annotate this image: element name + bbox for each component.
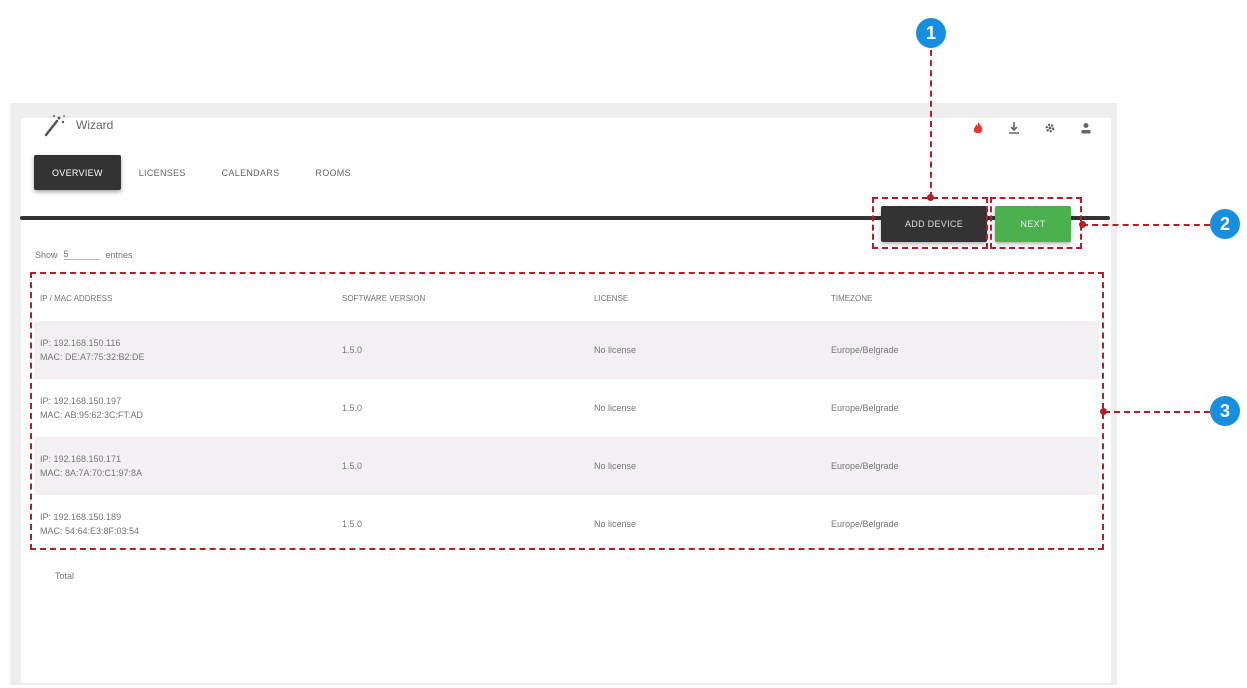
annotation-dot-3: [1100, 408, 1107, 415]
annotation-leader-2: [1082, 224, 1210, 226]
tab-licenses[interactable]: LICENSES: [121, 155, 204, 190]
annotation-box-1: [872, 197, 988, 249]
tab-overview[interactable]: OVERVIEW: [34, 155, 121, 190]
download-icon[interactable]: [1006, 120, 1022, 136]
tab-calendars[interactable]: CALENDARS: [204, 155, 298, 190]
annotation-marker-3: 3: [1210, 396, 1240, 426]
annotation-leader-3: [1104, 411, 1210, 413]
show-entries: Show 5 entries: [35, 249, 133, 260]
total-label: Total: [55, 571, 75, 581]
annotation-box-3: [30, 272, 1104, 550]
fire-icon[interactable]: [970, 120, 986, 136]
annotation-marker-1: 1: [916, 18, 946, 48]
gear-icon[interactable]: [1042, 120, 1058, 136]
main-tabs: OVERVIEW LICENSES CALENDARS ROOMS: [34, 155, 369, 190]
entries-count-select[interactable]: 5: [63, 249, 100, 260]
annotation-box-2: [990, 197, 1082, 249]
wand-icon: [44, 115, 65, 137]
user-icon[interactable]: [1078, 120, 1094, 136]
show-entries-suffix: entries: [105, 249, 133, 260]
app-title: Wizard: [76, 118, 114, 132]
tab-rooms[interactable]: ROOMS: [297, 155, 369, 190]
show-entries-prefix: Show: [35, 249, 58, 260]
app-logo[interactable]: Wizard: [42, 112, 113, 138]
annotation-leader-1: [930, 50, 932, 198]
annotation-marker-2: 2: [1210, 209, 1240, 239]
header-toolbar: [970, 120, 1094, 136]
annotation-dot-2: [1079, 221, 1086, 228]
annotation-dot-1: [927, 194, 934, 201]
